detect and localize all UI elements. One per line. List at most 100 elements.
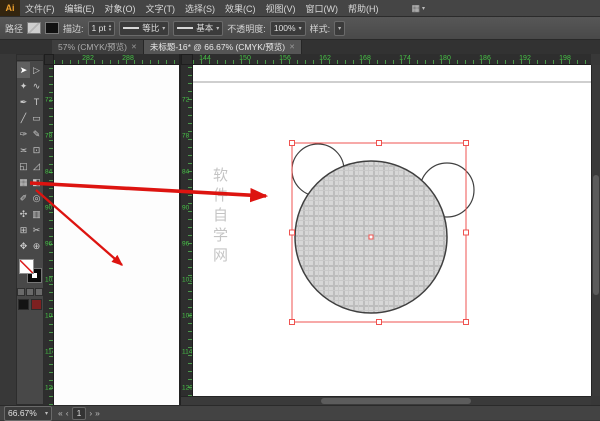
- line-segment-tool[interactable]: ╱: [17, 110, 30, 126]
- zoom-tool[interactable]: ⊕: [30, 238, 43, 254]
- profile-line-icon: [123, 27, 139, 29]
- stroke-color-swatch[interactable]: [45, 22, 59, 34]
- horizontal-scrollbar[interactable]: [181, 396, 591, 405]
- app-logo-icon[interactable]: Ai: [0, 0, 20, 16]
- zoom-level-select[interactable]: 66.67% ▾: [4, 406, 52, 421]
- vertical-scrollbar-thumb[interactable]: [593, 175, 599, 295]
- document-tab-1[interactable]: 57% (CMYK/预览) ✕: [52, 40, 144, 54]
- none-button[interactable]: [35, 288, 43, 296]
- tools-panel: ➤▷✦∿✒T╱▭✑✎≍⊡◱◿▦◧✐◎✣▥⊞✂✥⊕: [16, 54, 44, 405]
- brush-definition-select[interactable]: 基本 ▾: [173, 21, 223, 36]
- blend-tool[interactable]: ◎: [30, 190, 43, 206]
- selection-handle-ne[interactable]: [464, 141, 469, 146]
- variable-width-profile-select[interactable]: 等比 ▾: [119, 21, 169, 36]
- selection-handle-nw[interactable]: [290, 141, 295, 146]
- selection-handle-sw[interactable]: [290, 320, 295, 325]
- shape-builder-tool[interactable]: ◱: [17, 158, 30, 174]
- canvas-active-window[interactable]: 软件自学网: [193, 65, 591, 396]
- menu-选择(S)[interactable]: 选择(S): [180, 2, 220, 15]
- color-button[interactable]: [17, 288, 25, 296]
- ruler-label: 198: [559, 55, 571, 62]
- gradient-tool[interactable]: ◧: [30, 174, 43, 190]
- stroke-width-select[interactable]: 1 pt ▴ ▾: [88, 21, 116, 36]
- ruler-label: 108: [182, 313, 193, 320]
- horizontal-ruler-active-window[interactable]: 144150156162168174180186192198: [193, 54, 591, 65]
- horizontal-scrollbar-thumb[interactable]: [321, 398, 471, 404]
- horizontal-ruler-left-window[interactable]: 282288: [54, 54, 179, 65]
- ruler-label: 168: [359, 55, 371, 62]
- symbol-sprayer-tool[interactable]: ✣: [17, 206, 30, 222]
- menu-视图(V)[interactable]: 视图(V): [261, 2, 301, 15]
- ruler-label: 180: [439, 55, 451, 62]
- selection-handle-e[interactable]: [464, 230, 469, 235]
- selection-handle-n[interactable]: [377, 141, 382, 146]
- eyedropper-tool[interactable]: ✐: [17, 190, 30, 206]
- selection-handle-s[interactable]: [377, 320, 382, 325]
- fill-color-swatch[interactable]: [27, 22, 41, 34]
- vertical-scrollbar[interactable]: [591, 65, 600, 396]
- perspective-grid-tool[interactable]: ◿: [30, 158, 43, 174]
- vertical-ruler-active-window[interactable]: 7278849096102108114120: [181, 65, 193, 396]
- stroke-label: 描边:: [63, 22, 84, 35]
- draw-normal-button[interactable]: [18, 299, 29, 310]
- canvas-left-window[interactable]: [54, 65, 179, 405]
- document-tab-2-active[interactable]: 未标题-16* @ 66.67% (CMYK/预览) ✕: [144, 40, 302, 54]
- selection-tool[interactable]: ➤: [17, 62, 30, 78]
- menu-对象(O)[interactable]: 对象(O): [100, 2, 141, 15]
- ruler-corner-active-window[interactable]: [181, 54, 193, 65]
- opacity-select[interactable]: 100% ▾: [270, 21, 306, 36]
- arrange-documents-switcher[interactable]: ▦ ▾: [412, 3, 426, 14]
- ruler-label: 150: [239, 55, 251, 62]
- stroke-width-stepper[interactable]: ▴ ▾: [109, 24, 112, 32]
- first-artboard-icon[interactable]: «: [58, 408, 63, 418]
- mesh-tool[interactable]: ▦: [17, 174, 30, 190]
- slice-tool[interactable]: ✂: [30, 222, 43, 238]
- menu-效果(C)[interactable]: 效果(C): [220, 2, 261, 15]
- paintbrush-tool[interactable]: ✑: [17, 126, 30, 142]
- direct-selection-tool[interactable]: ▷: [30, 62, 43, 78]
- selection-handle-se[interactable]: [464, 320, 469, 325]
- selection-center-point[interactable]: [369, 235, 373, 239]
- previous-artboard-icon[interactable]: ‹: [66, 408, 69, 418]
- close-icon[interactable]: ✕: [289, 43, 295, 51]
- selection-handle-w[interactable]: [290, 230, 295, 235]
- artboard-number-field[interactable]: 1: [72, 407, 87, 420]
- brush-line-icon: [177, 27, 193, 29]
- artwork-layer: [193, 65, 591, 396]
- vertical-ruler-left-window[interactable]: 7278849096102108114120: [44, 65, 54, 405]
- ruler-label: 72: [45, 97, 52, 104]
- gradient-button[interactable]: [26, 288, 34, 296]
- magic-wand-tool[interactable]: ✦: [17, 78, 30, 94]
- menu-文字(T)[interactable]: 文字(T): [141, 2, 181, 15]
- screen-mode-button[interactable]: [31, 299, 42, 310]
- type-tool[interactable]: T: [30, 94, 43, 110]
- arrange-documents-icon[interactable]: ▦: [412, 3, 421, 14]
- stepper-down-icon[interactable]: ▾: [109, 28, 112, 32]
- ruler-label: 78: [45, 133, 52, 140]
- lasso-tool[interactable]: ∿: [30, 78, 43, 94]
- menu-帮助(H)[interactable]: 帮助(H): [343, 2, 384, 15]
- ruler-label: 78: [182, 133, 189, 140]
- artboard-tool[interactable]: ⊞: [17, 222, 30, 238]
- ruler-label: 192: [519, 55, 531, 62]
- next-artboard-icon[interactable]: ›: [89, 408, 92, 418]
- pencil-tool[interactable]: ✎: [30, 126, 43, 142]
- menu-文件(F)[interactable]: 文件(F): [20, 2, 60, 15]
- ruler-label: 102: [182, 277, 193, 284]
- style-select[interactable]: ▾: [334, 21, 345, 36]
- width-tool[interactable]: ≍: [17, 142, 30, 158]
- fill-proxy-swatch[interactable]: [19, 259, 34, 274]
- hand-tool[interactable]: ✥: [17, 238, 30, 254]
- close-icon[interactable]: ✕: [131, 43, 137, 51]
- pen-tool[interactable]: ✒: [17, 94, 30, 110]
- last-artboard-icon[interactable]: »: [95, 408, 100, 418]
- chevron-down-icon: ▾: [45, 410, 48, 417]
- ruler-corner-left-window[interactable]: [44, 54, 54, 65]
- rectangle-tool[interactable]: ▭: [30, 110, 43, 126]
- menu-编辑(E)[interactable]: 编辑(E): [60, 2, 100, 15]
- chevron-down-icon: ▾: [162, 25, 165, 32]
- column-graph-tool[interactable]: ▥: [30, 206, 43, 222]
- menu-窗口(W)[interactable]: 窗口(W): [301, 2, 344, 15]
- free-transform-tool[interactable]: ⊡: [30, 142, 43, 158]
- zoom-level-value: 66.67%: [8, 408, 37, 418]
